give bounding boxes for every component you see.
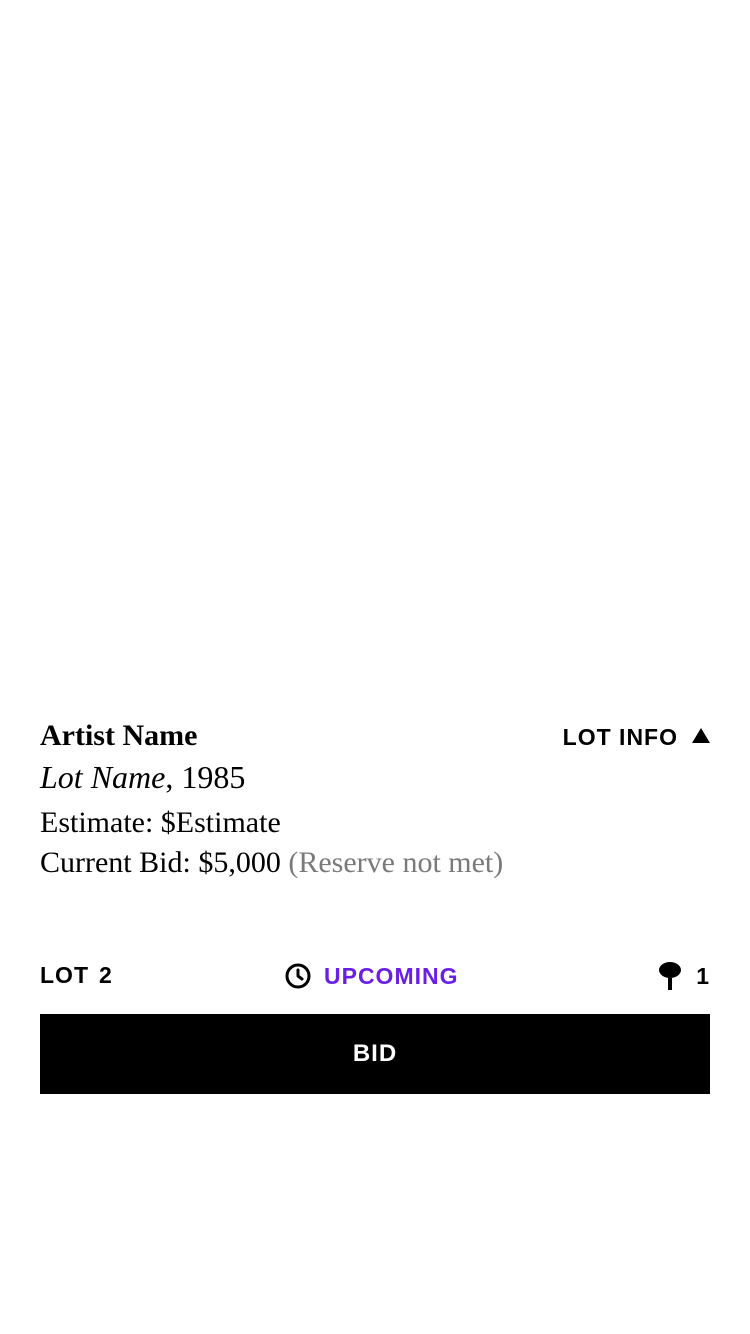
lot-name: Lot Name — [40, 759, 166, 795]
triangle-up-icon — [692, 728, 710, 743]
lot-image-area — [0, 0, 750, 700]
lot-label: LOT — [40, 962, 89, 988]
current-bid-text: Current Bid: $5,000 — [40, 846, 281, 879]
lot-title: Lot Name, 1985 — [40, 756, 710, 798]
clock-icon — [285, 963, 311, 989]
bid-button[interactable]: BID — [40, 1014, 710, 1094]
status-label: UPCOMING — [324, 962, 459, 989]
lot-info-label: LOT INFO — [562, 724, 678, 750]
estimate-text: Estimate: $Estimate — [40, 806, 281, 839]
lot-status: UPCOMING — [284, 958, 459, 994]
estimate-block: Estimate: $Estimate Current Bid: $5,000 … — [40, 803, 503, 883]
lot-header: Artist Name Lot Name, 1985 LOT INFO — [40, 716, 710, 798]
reserve-status: (Reserve not met) — [288, 846, 504, 879]
paddle-icon — [659, 962, 682, 990]
lot-year: , 1985 — [165, 759, 246, 795]
status-row: LOT 2 UPCOMING 1 — [40, 958, 710, 994]
bid-count-value: 1 — [696, 962, 710, 989]
lot-info-toggle[interactable]: LOT INFO — [563, 724, 710, 751]
lot-number: LOT 2 — [40, 962, 113, 989]
lot-number-value: 2 — [99, 962, 113, 988]
current-bid-line: Current Bid: $5,000 (Reserve not met) — [40, 843, 503, 883]
bid-count: 1 — [658, 958, 710, 994]
